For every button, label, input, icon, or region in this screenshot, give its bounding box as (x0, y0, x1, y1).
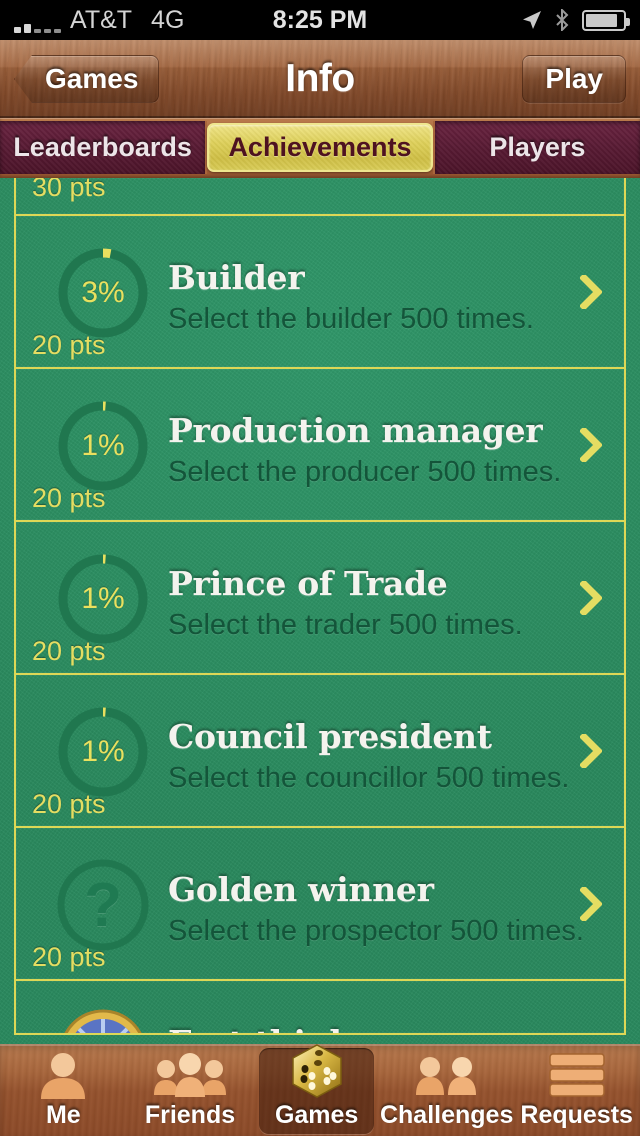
app-screen: AT&T 4G 8:25 PM Games Info Play Leaderbo… (0, 0, 640, 1136)
achievements-list[interactable]: 30 pts 3% Builder Select the builder 500… (0, 178, 640, 1035)
status-bar-right (522, 9, 630, 31)
two-people-icon (412, 1049, 482, 1099)
tab-bar-item-friends[interactable]: Friends (127, 1044, 254, 1136)
tab-bar-item-games[interactable]: Games (253, 1044, 380, 1136)
achievement-progress-label: 1% (81, 735, 125, 768)
achievement-points: 20 pts (32, 636, 106, 666)
page-title: Info (285, 57, 355, 100)
achievement-title: Prince of Trade (168, 564, 448, 603)
achievement-description: Select the trader 500 times. (168, 609, 523, 641)
achievement-progress-label: ? (84, 870, 122, 940)
chevron-right-icon[interactable] (580, 580, 602, 615)
achievement-text: Prince of Trade Select the trader 500 ti… (168, 564, 554, 642)
back-button-games[interactable]: Games (14, 55, 160, 103)
achievement-description: Select the producer 500 times. (168, 456, 562, 488)
progress-ring-icon: 1% (54, 397, 152, 495)
achievement-text: Fast thinker (168, 1023, 554, 1033)
tab-bar-item-me[interactable]: Me (0, 1044, 127, 1136)
back-button-label: Games (45, 63, 139, 94)
dice-icon (289, 1044, 345, 1099)
list-item[interactable]: 30 pts (14, 178, 626, 216)
achievement-points: 20 pts (32, 330, 106, 360)
tab-leaderboards[interactable]: Leaderboards (0, 121, 208, 174)
list-lines-icon (548, 1049, 606, 1099)
list-item[interactable]: 1% Production manager Select the produce… (14, 367, 626, 522)
medal-badge-icon (54, 1007, 152, 1033)
tab-bar-item-requests[interactable]: Requests (513, 1044, 640, 1136)
tab-achievements[interactable]: Achievements (207, 123, 433, 172)
achievement-title: Builder (168, 258, 305, 297)
navigation-bar: Games Info Play (0, 40, 640, 118)
list-item[interactable]: 3% Builder Select the builder 500 times.… (14, 214, 626, 369)
achievement-progress-label: 1% (81, 582, 125, 615)
tab-players[interactable]: Players (432, 121, 640, 174)
play-button-label: Play (545, 63, 603, 94)
achievement-points: 30 pts (32, 178, 106, 202)
achievement-description: Select the councillor 500 times. (168, 762, 570, 794)
progress-ring-icon: 3% (54, 244, 152, 342)
achievement-title: Golden winner (168, 870, 434, 909)
chevron-right-icon[interactable] (580, 427, 602, 462)
tab-achievements-label: Achievements (228, 132, 412, 162)
network-type-label: 4G (151, 6, 185, 34)
achievement-points: 20 pts (32, 483, 106, 513)
tab-leaderboards-label: Leaderboards (13, 132, 192, 162)
achievement-description: Select the builder 500 times. (168, 303, 534, 335)
achievement-title: Fast thinker (168, 1023, 554, 1033)
bluetooth-icon (556, 9, 569, 31)
tab-bar-item-challenges[interactable]: Challenges (380, 1044, 513, 1136)
tab-players-label: Players (489, 132, 586, 162)
achievements-list-container: 30 pts 3% Builder Select the builder 500… (0, 178, 640, 1044)
play-button[interactable]: Play (522, 55, 626, 103)
achievement-text: Builder Select the builder 500 times. (168, 258, 554, 336)
status-bar-left: AT&T 4G (14, 7, 184, 33)
chevron-right-icon[interactable] (580, 733, 602, 768)
location-arrow-icon (523, 11, 541, 29)
tab-bar-label: Requests (520, 1101, 633, 1129)
list-item[interactable]: ? Golden winner Select the prospector 50… (14, 826, 626, 981)
tab-bar-label: Games (274, 1101, 359, 1129)
achievement-progress-label: 1% (81, 429, 125, 462)
tab-bar: Me Friends Games Challenges Requests (0, 1044, 640, 1136)
achievement-text: Golden winner Select the prospector 500 … (168, 870, 584, 948)
person-icon (36, 1049, 90, 1099)
achievement-text: Production manager Select the producer 5… (168, 411, 562, 489)
achievement-points: 20 pts (32, 942, 106, 972)
list-item[interactable]: 1% Council president Select the councill… (14, 673, 626, 828)
carrier-label: AT&T (70, 6, 133, 34)
tab-bar-label: Me (45, 1101, 81, 1129)
achievement-title: Production manager (168, 411, 543, 450)
chevron-right-icon[interactable] (580, 886, 602, 921)
chevron-right-icon[interactable] (580, 274, 602, 309)
segmented-control: Leaderboards Achievements Players (0, 118, 640, 178)
battery-icon (582, 9, 630, 31)
status-bar: AT&T 4G 8:25 PM (0, 0, 640, 40)
list-item[interactable]: 1% Prince of Trade Select the trader 500… (14, 520, 626, 675)
progress-ring-icon: 1% (54, 703, 152, 801)
tab-bar-label: Challenges (379, 1101, 514, 1129)
question-mark-icon: ? (54, 856, 152, 954)
achievement-progress-label: 3% (81, 276, 125, 309)
people-group-icon (152, 1049, 228, 1099)
achievement-points: 20 pts (32, 789, 106, 819)
signal-bars-icon (14, 18, 61, 33)
achievement-text: Council president Select the councillor … (168, 717, 570, 795)
tab-bar-label: Friends (144, 1101, 236, 1129)
progress-ring-icon: 1% (54, 550, 152, 648)
list-item[interactable]: Fast thinker (14, 979, 626, 1035)
achievement-description: Select the prospector 500 times. (168, 915, 584, 947)
achievement-title: Council president (168, 717, 492, 756)
